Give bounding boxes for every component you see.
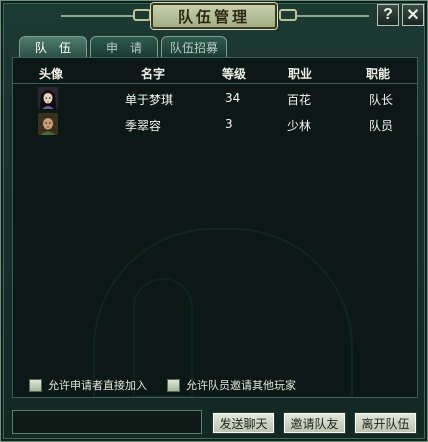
member-job: 少林 — [287, 119, 312, 133]
table-header: 头像 名字 等级 职业 职能 — [13, 64, 417, 84]
allow-direct-join-option[interactable]: 允许申请者直接加入 — [29, 378, 147, 392]
team-management-window: 队伍管理 ? ✕ 队伍 申请 队伍招募 头像 名字 等级 职业 职能 单于梦琪 … — [0, 0, 428, 442]
member-job: 百花 — [287, 93, 312, 107]
window-title-plate: 队伍管理 — [151, 3, 277, 29]
member-level: 3 — [225, 117, 233, 131]
tab-team[interactable]: 队伍 — [19, 36, 87, 57]
member-role: 队长 — [369, 93, 394, 107]
chat-input[interactable] — [12, 410, 202, 434]
header-job: 职业 — [287, 67, 312, 81]
close-button[interactable]: ✕ — [402, 4, 424, 26]
leave-team-button[interactable]: 离开队伍 — [354, 412, 417, 434]
tab-applications-label: 申请 — [105, 40, 154, 55]
help-button[interactable]: ? — [377, 4, 399, 26]
invite-teammate-button[interactable]: 邀请队友 — [283, 412, 346, 434]
invite-teammate-label: 邀请队友 — [290, 416, 339, 431]
title-decor-line-left — [61, 15, 133, 17]
tab-applications[interactable]: 申请 — [90, 36, 158, 57]
header-level: 等级 — [221, 67, 246, 81]
member-role: 队员 — [369, 119, 394, 133]
allow-member-invite-option[interactable]: 允许队员邀请其他玩家 — [167, 378, 296, 392]
background-decoration — [93, 228, 353, 397]
close-icon: ✕ — [406, 7, 420, 24]
member-level: 34 — [225, 91, 241, 105]
header-name: 名字 — [140, 67, 165, 81]
title-ornament-right — [279, 9, 297, 21]
allow-direct-join-label: 允许申请者直接加入 — [48, 379, 147, 392]
leave-team-label: 离开队伍 — [361, 416, 410, 431]
team-member-list: 头像 名字 等级 职业 职能 单于梦琪 34 百花 队长 季翠容 3 少林 队员 — [12, 57, 418, 398]
send-chat-button[interactable]: 发送聊天 — [212, 412, 275, 434]
title-ornament-left — [133, 9, 151, 21]
tab-team-label: 队伍 — [34, 40, 83, 55]
male-character-portrait-icon — [38, 113, 58, 135]
header-avatar: 头像 — [38, 67, 63, 81]
allow-member-invite-label: 允许队员邀请其他玩家 — [186, 379, 296, 392]
send-chat-label: 发送聊天 — [219, 416, 268, 431]
window-title: 队伍管理 — [177, 7, 250, 26]
allow-member-invite-checkbox[interactable] — [167, 378, 180, 392]
table-row[interactable]: 季翠容 3 少林 队员 — [13, 113, 417, 139]
female-character-portrait-icon — [38, 87, 58, 109]
tab-recruitment-label: 队伍招募 — [169, 40, 218, 55]
allow-direct-join-checkbox[interactable] — [29, 378, 42, 392]
table-row[interactable]: 单于梦琪 34 百花 队长 — [13, 87, 417, 113]
member-name: 单于梦琪 — [125, 93, 174, 107]
member-name: 季翠容 — [125, 119, 162, 133]
help-icon: ? — [383, 6, 393, 23]
tab-recruitment[interactable]: 队伍招募 — [161, 36, 227, 57]
title-decor-line-right — [297, 15, 369, 17]
header-role: 职能 — [365, 67, 390, 81]
